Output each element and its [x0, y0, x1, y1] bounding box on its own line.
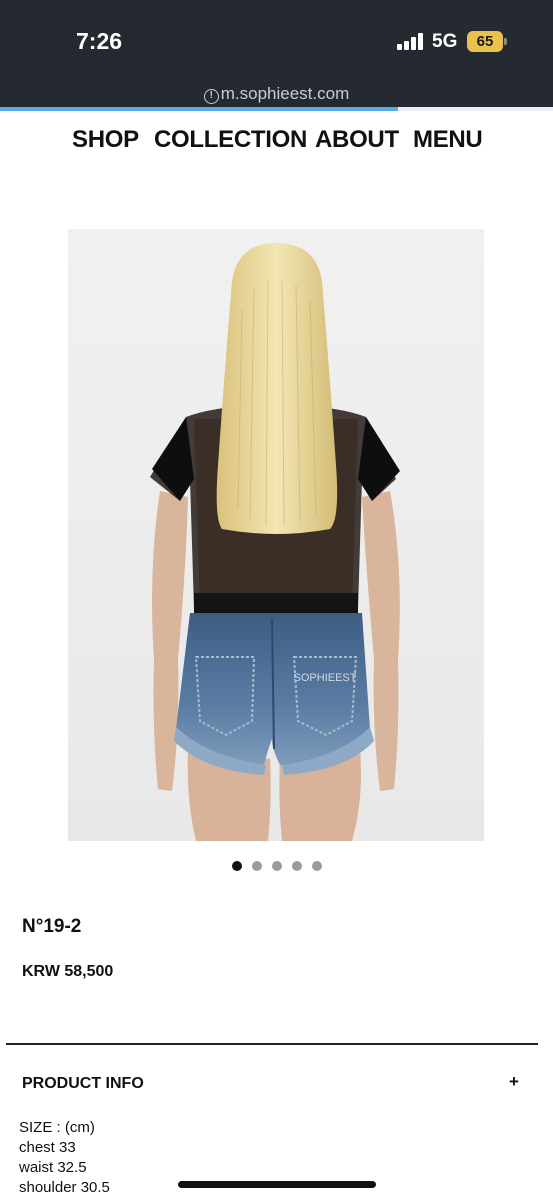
carousel-dot[interactable] [291, 861, 302, 871]
signal-icon [397, 33, 425, 50]
product-info-toggle[interactable]: PRODUCT INFO + [0, 1070, 553, 1100]
divider [6, 1043, 538, 1045]
spec-line: chest 33 [19, 1139, 76, 1156]
battery-icon: 65 [467, 31, 503, 52]
carousel-dot[interactable] [271, 861, 282, 871]
url-display[interactable]: ! m.sophieest.com [0, 84, 553, 104]
spec-line: waist 32.5 [19, 1159, 87, 1176]
carousel-dot[interactable] [311, 861, 322, 871]
product-info-label: PRODUCT INFO [22, 1075, 144, 1092]
nav-collection[interactable]: COLLECTION [154, 126, 307, 154]
home-indicator[interactable] [178, 1181, 376, 1188]
nav-about[interactable]: ABOUT [315, 126, 399, 154]
site-nav: SHOP COLLECTION ABOUT MENU [0, 126, 553, 158]
nav-menu[interactable]: MENU [413, 126, 483, 154]
progress-fill [0, 107, 399, 111]
status-time: 7:26 [76, 28, 123, 54]
status-bar: 7:26 5G 65 [0, 0, 553, 78]
carousel-dot[interactable] [231, 861, 242, 871]
carousel-dots [0, 861, 553, 873]
product-name: N°19-2 [22, 916, 82, 937]
url-bar[interactable]: ! m.sophieest.com [0, 78, 553, 109]
battery-tip [504, 38, 507, 45]
pocket-embroidery: SOPHIEEST [294, 672, 357, 684]
plus-icon[interactable]: + [509, 1072, 519, 1092]
url-text: m.sophieest.com [220, 84, 350, 103]
product-image[interactable]: SOPHIEEST [68, 229, 484, 841]
nav-shop[interactable]: SHOP [72, 126, 139, 154]
spec-line: SIZE : (cm) [19, 1119, 95, 1136]
size-specs: SIZE : (cm) chest 33 waist 32.5 shoulder… [19, 1118, 110, 1198]
page-load-progress [0, 107, 553, 111]
product-illustration: SOPHIEEST [68, 229, 484, 841]
network-type: 5G [432, 31, 458, 52]
spec-line: shoulder 30.5 [19, 1179, 110, 1196]
carousel-dot[interactable] [251, 861, 262, 871]
product-price: KRW 58,500 [22, 963, 114, 980]
info-icon[interactable]: ! [203, 89, 219, 104]
